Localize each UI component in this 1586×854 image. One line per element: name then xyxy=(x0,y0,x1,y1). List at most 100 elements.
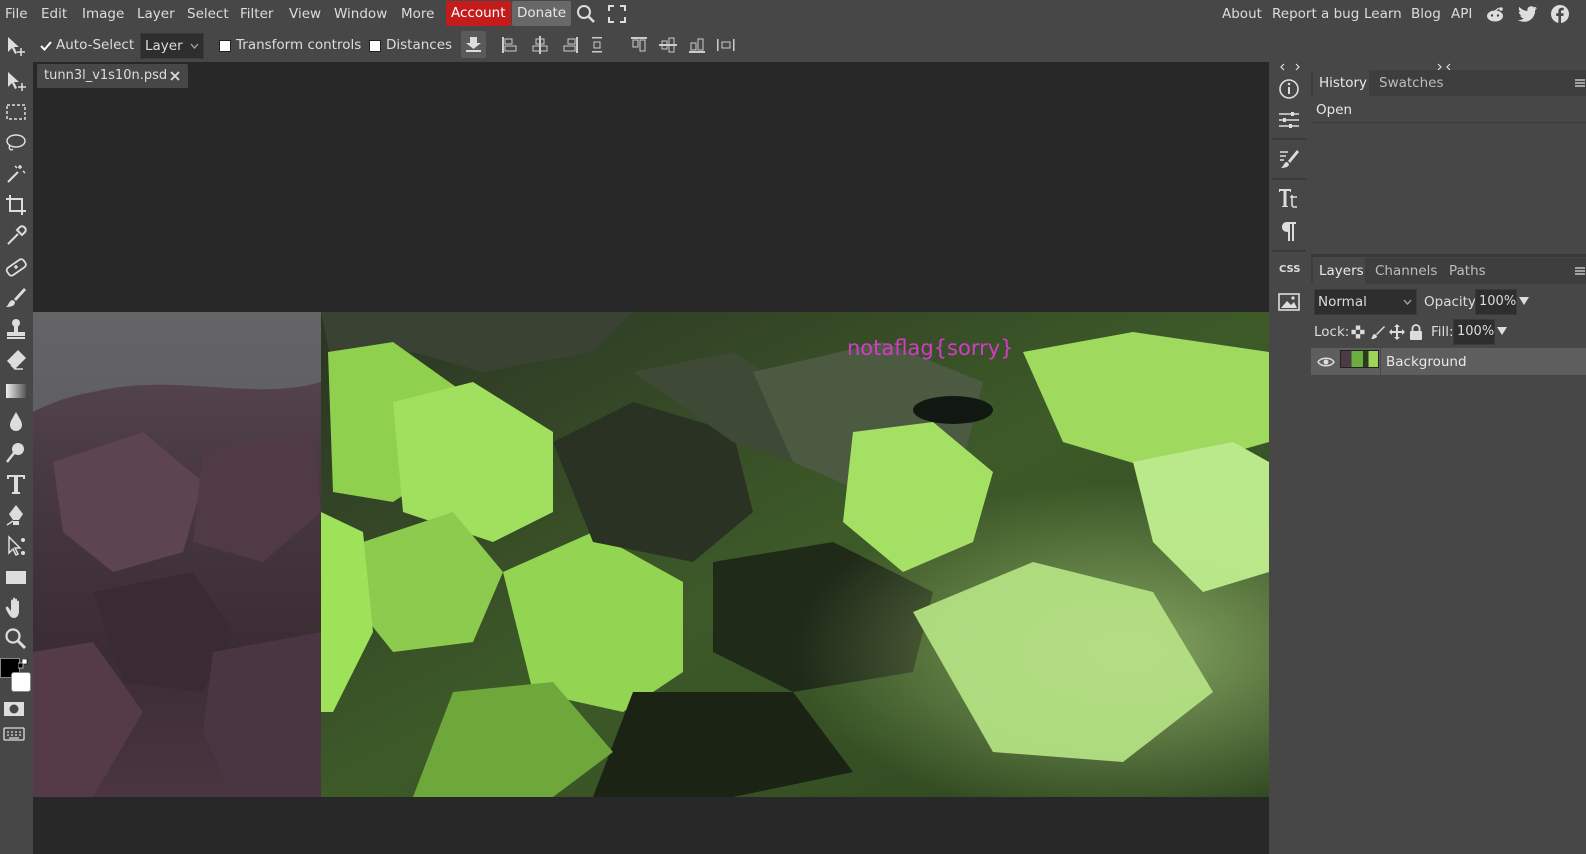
canvas-photo xyxy=(33,312,1269,797)
menu-layer[interactable]: Layer xyxy=(137,4,175,24)
lock-label: Lock: xyxy=(1314,324,1350,340)
blog-link[interactable]: Blog xyxy=(1411,4,1441,24)
document-tab-title: tunn3l_v1s10n.psd xyxy=(44,68,168,83)
tab-paths[interactable]: Paths xyxy=(1441,258,1491,284)
auto-select-target-dropdown[interactable]: Layer xyxy=(140,33,204,59)
background-color-swatch[interactable] xyxy=(11,672,31,692)
css-icon[interactable]: CSS xyxy=(1279,264,1300,275)
image-icon[interactable] xyxy=(1278,292,1300,312)
opacity-dropdown-icon[interactable] xyxy=(1519,296,1529,306)
menu-filter[interactable]: Filter xyxy=(240,4,273,24)
panels-column: History Swatches Open Layers Channels Pa… xyxy=(1311,62,1586,854)
api-link[interactable]: API xyxy=(1451,4,1472,24)
rectangle-select-icon[interactable] xyxy=(3,99,29,125)
collapse-arrows-icon[interactable] xyxy=(1279,63,1301,71)
keyboard-icon[interactable] xyxy=(3,726,25,742)
history-item[interactable]: Open xyxy=(1311,96,1586,123)
tab-swatches[interactable]: Swatches xyxy=(1371,70,1444,96)
fill-value: 100% xyxy=(1457,324,1495,339)
about-link[interactable]: About xyxy=(1222,4,1262,24)
menu-select[interactable]: Select xyxy=(187,4,229,24)
info-icon[interactable] xyxy=(1278,78,1300,100)
transform-controls-checkbox[interactable] xyxy=(219,40,231,52)
menu-more[interactable]: More xyxy=(401,4,434,24)
transform-controls-label: Transform controls xyxy=(236,37,362,53)
blur-drop-icon[interactable] xyxy=(3,409,29,435)
lock-all-icon[interactable] xyxy=(1409,324,1423,340)
reddit-icon[interactable] xyxy=(1485,5,1505,23)
quick-mask-icon[interactable] xyxy=(3,700,25,718)
menu-window[interactable]: Window xyxy=(334,4,387,24)
eraser-icon[interactable] xyxy=(3,347,29,373)
divider xyxy=(1380,348,1381,375)
crop-icon[interactable] xyxy=(3,192,29,218)
tab-layers[interactable]: Layers xyxy=(1313,258,1365,284)
fill-dropdown-icon[interactable] xyxy=(1497,326,1507,336)
brush-icon[interactable] xyxy=(3,285,29,311)
pen-tool-icon[interactable] xyxy=(3,502,29,528)
twitter-icon[interactable] xyxy=(1518,6,1538,22)
rectangle-shape-icon[interactable] xyxy=(3,564,29,590)
search-icon[interactable] xyxy=(576,4,596,24)
distances-checkbox[interactable] xyxy=(369,40,381,52)
donate-button[interactable]: Donate xyxy=(512,1,572,26)
learn-link[interactable]: Learn xyxy=(1364,4,1402,24)
align-center-vertical-icon[interactable] xyxy=(659,36,677,54)
distribute-vertical-icon[interactable] xyxy=(716,36,736,54)
divider xyxy=(1272,138,1306,140)
auto-select-check-icon[interactable] xyxy=(40,40,52,52)
menu-file[interactable]: File xyxy=(5,4,28,24)
opacity-input[interactable]: 100% xyxy=(1475,289,1517,315)
layer-row[interactable]: Background xyxy=(1311,348,1586,375)
swap-colors-icon[interactable] xyxy=(18,659,28,669)
align-center-horizontal-icon[interactable] xyxy=(531,36,549,54)
fullscreen-icon[interactable] xyxy=(608,5,626,23)
brush-settings-icon[interactable] xyxy=(1278,148,1300,170)
panel-splitter[interactable] xyxy=(1311,254,1586,257)
menu-bar: File Edit Image Layer Select Filter View… xyxy=(0,0,1586,28)
align-top-icon[interactable] xyxy=(630,36,648,54)
path-select-icon[interactable] xyxy=(3,533,29,559)
tab-history[interactable]: History xyxy=(1313,70,1369,96)
clone-stamp-icon[interactable] xyxy=(3,316,29,342)
fill-input[interactable]: 100% xyxy=(1453,319,1495,345)
layers-panel-menu-icon[interactable] xyxy=(1575,266,1585,276)
zoom-icon[interactable] xyxy=(3,626,29,652)
adjustments-icon[interactable] xyxy=(1278,110,1300,130)
lock-position-icon[interactable] xyxy=(1389,324,1405,340)
document-canvas[interactable]: notaflag{sorry} xyxy=(33,312,1269,797)
fill-label: Fill: xyxy=(1431,324,1454,340)
distribute-horizontal-icon[interactable] xyxy=(589,36,605,54)
document-tab[interactable]: tunn3l_v1s10n.psd xyxy=(37,64,188,88)
panel-menu-icon[interactable] xyxy=(1575,78,1585,88)
account-button[interactable]: Account xyxy=(446,1,511,26)
magic-wand-icon[interactable] xyxy=(3,161,29,187)
paragraph-icon[interactable] xyxy=(1279,220,1299,242)
blend-mode-dropdown[interactable]: Normal xyxy=(1314,289,1417,315)
tools-panel xyxy=(0,62,32,854)
layer-thumbnail xyxy=(1340,350,1379,368)
tab-channels[interactable]: Channels xyxy=(1367,258,1437,284)
align-left-icon[interactable] xyxy=(501,36,519,54)
gradient-icon[interactable] xyxy=(3,378,29,404)
lock-pixels-icon[interactable] xyxy=(1371,325,1385,339)
download-button[interactable] xyxy=(461,31,486,58)
lock-transparency-icon[interactable] xyxy=(1351,325,1365,339)
move-tool-icon[interactable] xyxy=(3,68,29,94)
eye-icon[interactable] xyxy=(1317,356,1335,368)
facebook-icon[interactable] xyxy=(1550,4,1570,24)
align-bottom-icon[interactable] xyxy=(688,36,706,54)
menu-view[interactable]: View xyxy=(289,4,321,24)
hand-icon[interactable] xyxy=(3,595,29,621)
close-icon[interactable] xyxy=(170,71,180,81)
eyedropper-icon[interactable] xyxy=(3,223,29,249)
menu-edit[interactable]: Edit xyxy=(41,4,67,24)
lasso-icon[interactable] xyxy=(3,130,29,156)
report-bug-link[interactable]: Report a bug xyxy=(1272,4,1359,24)
align-right-icon[interactable] xyxy=(561,36,579,54)
text-tool-icon[interactable] xyxy=(3,471,29,497)
character-icon[interactable] xyxy=(1278,186,1300,210)
healing-brush-icon[interactable] xyxy=(3,254,29,280)
dodge-icon[interactable] xyxy=(3,440,29,466)
menu-image[interactable]: Image xyxy=(82,4,124,24)
